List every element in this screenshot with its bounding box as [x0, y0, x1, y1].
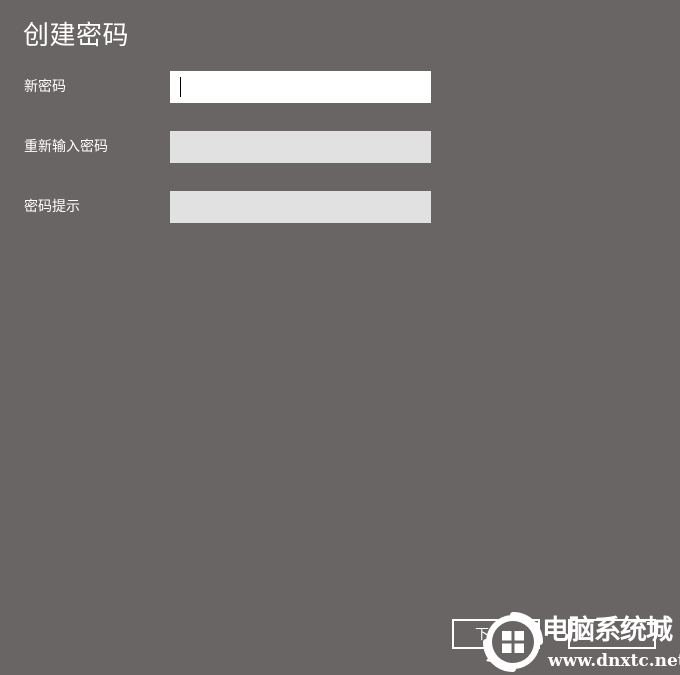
- next-button[interactable]: 下一步: [452, 619, 540, 649]
- confirm-password-label: 重新输入密码: [24, 139, 108, 155]
- back-button[interactable]: [568, 619, 656, 649]
- password-hint-input[interactable]: [170, 191, 431, 223]
- watermark-url: www.dnxtc.net: [548, 651, 680, 671]
- new-password-input[interactable]: [170, 71, 431, 103]
- password-hint-label: 密码提示: [24, 199, 80, 215]
- confirm-password-input[interactable]: [170, 131, 431, 163]
- page-title: 创建密码: [23, 21, 130, 51]
- new-password-label: 新密码: [24, 79, 66, 95]
- text-caret: [180, 77, 181, 97]
